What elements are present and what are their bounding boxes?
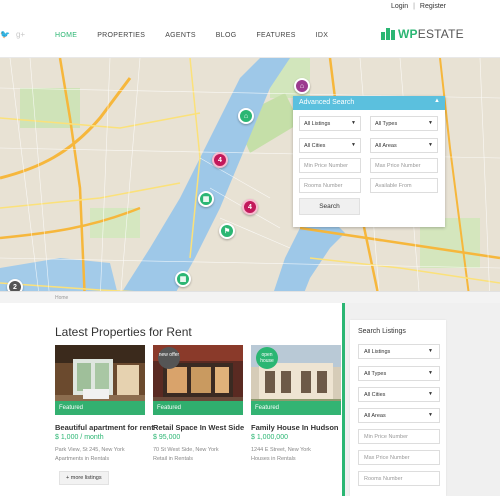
property-map[interactable]: ⌂ ⌂ 4 ▦ 4 ⚑ ▦ 2 Map data ©2014 Google Te… — [0, 58, 500, 303]
property-photo[interactable]: Featured — [55, 345, 145, 415]
chevron-down-icon: ▼ — [428, 142, 433, 148]
nav-idx[interactable]: IDX — [316, 32, 329, 39]
property-price: $ 1,000 / month — [55, 434, 104, 441]
chevron-down-icon: ▼ — [428, 412, 433, 418]
buildings-icon — [381, 28, 395, 40]
nav-blog[interactable]: BLOG — [216, 32, 237, 39]
property-card[interactable]: new offer Featured Retail Space In West … — [153, 345, 244, 464]
chevron-down-icon: ▼ — [351, 120, 356, 126]
featured-label: Featured — [153, 401, 243, 415]
collapse-arrow-icon[interactable]: ▲ — [434, 98, 440, 104]
main-nav: HOME PROPERTIES AGENTS BLOG FEATURES IDX — [55, 32, 348, 39]
advanced-search-header[interactable]: Advanced Search ▲ — [293, 96, 445, 110]
search-listings-widget: Search Listings All Listings ▼ All Types ▼… — [350, 320, 446, 496]
property-category[interactable]: Apartments in Rentals — [55, 455, 145, 464]
home-icon: ⌂ — [299, 82, 305, 90]
account-links: Login | Register — [391, 3, 446, 10]
building-icon: ▦ — [202, 196, 210, 203]
google-plus-icon[interactable]: g+ — [16, 30, 25, 39]
property-card[interactable]: open house Featured Family House In Huds… — [251, 345, 341, 464]
map-cluster[interactable]: 4 — [242, 199, 258, 215]
section-title: Latest Properties for Rent — [55, 325, 192, 339]
adv-rooms-input[interactable]: Rooms Number — [299, 178, 361, 193]
side-types-select[interactable]: All Types ▼ — [358, 366, 440, 381]
adv-cities-select[interactable]: All Cities ▼ — [299, 138, 361, 153]
adv-listings-select[interactable]: All Listings ▼ — [299, 116, 361, 131]
adv-search-button[interactable]: Search — [299, 198, 360, 215]
nav-home[interactable]: HOME — [55, 32, 77, 39]
map-pin-building[interactable]: ▦ — [198, 191, 214, 207]
map-pin-purple[interactable]: ⌂ — [294, 78, 310, 94]
property-photo[interactable]: new offer Featured — [153, 345, 243, 415]
register-link[interactable]: Register — [420, 3, 446, 10]
logo-text-accent: WP — [398, 27, 418, 41]
property-address: 70 St West Side, New York Retail in Rent… — [153, 446, 243, 464]
login-link[interactable]: Login — [391, 3, 408, 10]
breadcrumb: Home — [0, 291, 500, 303]
advanced-search-title: Advanced Search — [299, 99, 355, 106]
featured-label: Featured — [251, 401, 341, 415]
building-icon: ▦ — [179, 276, 187, 283]
map-cluster[interactable]: 4 — [212, 152, 228, 168]
adv-available-input[interactable]: Available From — [370, 178, 438, 193]
logo-text-rest: ESTATE — [417, 27, 464, 41]
social-links: 🐦 g+ — [0, 30, 31, 39]
adv-areas-select[interactable]: All Areas ▼ — [370, 138, 438, 153]
breadcrumb-home[interactable]: Home — [55, 295, 68, 301]
property-badge: open house — [256, 347, 278, 369]
account-links-separator: | — [413, 3, 415, 10]
side-listings-select[interactable]: All Listings ▼ — [358, 344, 440, 359]
nav-agents[interactable]: AGENTS — [165, 32, 196, 39]
property-price: $ 95,000 — [153, 434, 181, 441]
property-address: 1244 E Street, New York Houses in Rental… — [251, 446, 341, 464]
property-category[interactable]: Retail in Rentals — [153, 455, 243, 464]
property-category[interactable]: Houses in Rentals — [251, 455, 341, 464]
side-max-price-input[interactable]: Max Price Number — [358, 450, 440, 465]
widget-title: Search Listings — [358, 328, 406, 335]
nav-features[interactable]: FEATURES — [256, 32, 295, 39]
featured-label: Featured — [55, 401, 145, 415]
flag-icon: ⚑ — [223, 228, 231, 235]
adv-max-price-input[interactable]: Max Price Number — [370, 158, 438, 173]
advanced-search-panel: Advanced Search ▲ All Listings ▼ All Type… — [293, 96, 445, 227]
nav-properties[interactable]: PROPERTIES — [97, 32, 145, 39]
chevron-down-icon: ▼ — [428, 348, 433, 354]
map-pin-building[interactable]: ▦ — [175, 271, 191, 287]
adv-min-price-input[interactable]: Min Price Number — [299, 158, 361, 173]
property-badge: new offer — [158, 347, 180, 369]
more-listings-button[interactable]: + more listings — [59, 471, 109, 485]
chevron-down-icon: ▼ — [428, 120, 433, 126]
property-photo[interactable]: open house Featured — [251, 345, 341, 415]
property-card[interactable]: Featured Beautiful apartment for rent $ … — [55, 345, 154, 464]
property-title[interactable]: Retail Space In West Side — [153, 423, 244, 432]
logo-text: WPESTATE — [398, 27, 464, 41]
side-rooms-input[interactable]: Rooms Number — [358, 471, 440, 486]
chevron-down-icon: ▼ — [351, 142, 356, 148]
chevron-down-icon: ▼ — [428, 391, 433, 397]
side-areas-select[interactable]: All Areas ▼ — [358, 408, 440, 423]
map-pin-home[interactable]: ⌂ — [238, 108, 254, 124]
property-price: $ 1,000,000 — [251, 434, 288, 441]
side-cities-select[interactable]: All Cities ▼ — [358, 387, 440, 402]
main-content: Latest Properties for Rent Featured Beau… — [0, 303, 345, 496]
side-min-price-input[interactable]: Min Price Number — [358, 429, 440, 444]
adv-types-select[interactable]: All Types ▼ — [370, 116, 438, 131]
twitter-icon[interactable]: 🐦 — [0, 30, 10, 39]
site-logo[interactable]: WPESTATE — [381, 27, 464, 41]
property-title[interactable]: Beautiful apartment for rent — [55, 423, 154, 432]
map-pin-flag[interactable]: ⚑ — [219, 223, 235, 239]
property-address: Park View, St 245, New York Apartments i… — [55, 446, 145, 464]
site-header: 🐦 g+ Login | Register HOME PROPERTIES AGENT… — [0, 0, 500, 58]
property-title[interactable]: Family House In Hudson — [251, 423, 341, 432]
home-icon: ⌂ — [243, 112, 249, 120]
chevron-down-icon: ▼ — [428, 370, 433, 376]
